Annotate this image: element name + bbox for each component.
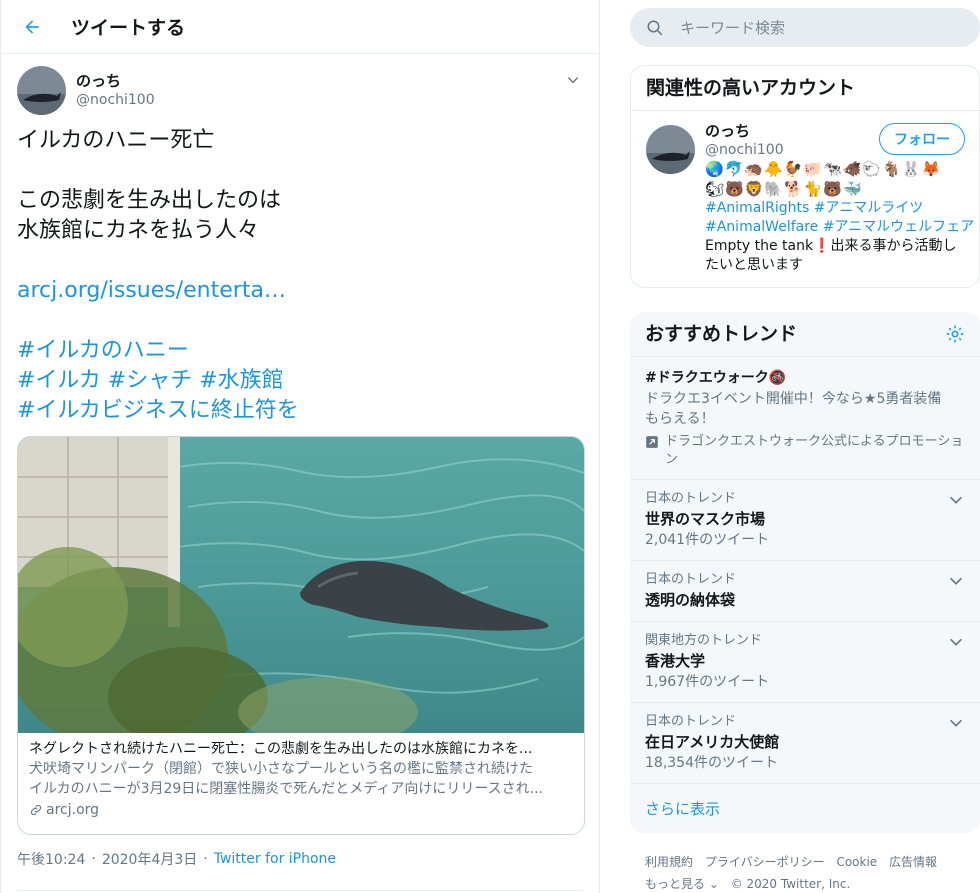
sidebar: 関連性の高いアカウント のっち @nochi100 🌏🐬🦔🐥🐓🐖🐄🐗🐑🐐🐰🦊 🐿… — [630, 0, 980, 893]
footer-link[interactable]: Cookie — [836, 855, 877, 869]
trend-name[interactable]: 世界のマスク市場 — [645, 508, 965, 530]
trend-name[interactable]: #ドラクエウォーク🚳 — [645, 367, 965, 389]
footer-link[interactable]: 広告情報 — [889, 855, 937, 869]
footer: 利用規約 プライバシーポリシー Cookie 広告情報 もっと見る ⌄ © 20… — [630, 851, 980, 893]
tweet-line: この悲劇を生み出したのは — [17, 188, 282, 213]
footer-link[interactable]: 利用規約 — [645, 855, 693, 869]
footer-link[interactable]: プライバシーポリシー — [705, 855, 825, 869]
link-icon — [29, 803, 43, 817]
chevron-down-icon[interactable] — [948, 715, 964, 731]
card-text[interactable]: ネグレクトされ続けたハニー死亡：この悲劇を生み出したのは水族館にカネを... 犬… — [18, 733, 584, 821]
bio-text: たいと思います — [705, 257, 803, 273]
trend-context: 日本のトレンド — [645, 572, 737, 587]
trend-description: ドラクエ3イベント開催中！今なら★5勇者装備 — [645, 391, 942, 407]
divider — [17, 890, 583, 891]
related-accounts-title: 関連性の高いアカウント — [631, 66, 979, 111]
account-item[interactable]: のっち @nochi100 🌏🐬🦔🐥🐓🐖🐄🐗🐑🐐🐰🦊 🐿🐻🦁🐘🐕🐈🐻🐳 #Ani… — [631, 111, 979, 287]
trend-description: もらえる！ — [645, 411, 715, 427]
tweet-time[interactable]: 午後10:24 — [17, 849, 85, 869]
avatar[interactable] — [17, 65, 66, 115]
tweet-line: イルカのハニー死亡 — [17, 128, 215, 153]
promoted-icon — [645, 435, 661, 451]
chevron-down-icon[interactable] — [948, 573, 964, 589]
promoted-text: ドラゴンクエストウォーク公式によるプロモーショ — [665, 434, 964, 449]
chevron-down-icon[interactable] — [948, 634, 964, 650]
hashtag-link[interactable]: #アニマルライツ — [814, 200, 923, 216]
promoted-label: ドラゴンクエストウォーク公式によるプロモーショ ン — [645, 433, 965, 469]
page-header: ツイートする — [1, 0, 599, 54]
trends-title: おすすめトレンド — [645, 323, 798, 345]
copyright: © 2020 Twitter, Inc. — [730, 877, 851, 891]
tweet-line: 水族館にカネを払う人々 — [17, 218, 260, 243]
footer-more-link[interactable]: もっと見る ⌄ — [645, 877, 719, 891]
gear-icon[interactable] — [945, 324, 965, 344]
tweet: のっち @nochi100 イルカのハニー死亡 この悲劇を生み出したのは 水族館… — [1, 54, 599, 869]
back-arrow-icon[interactable] — [21, 16, 43, 38]
trend-item[interactable]: 日本のトレンド 世界のマスク市場 2,041件のツイート — [630, 480, 980, 561]
tweet-url-link[interactable]: arcj.org/issues/enterta… — [17, 276, 583, 306]
follow-button[interactable]: フォロー — [879, 123, 965, 155]
trend-count: 2,041件のツイート — [645, 532, 770, 548]
user-handle[interactable]: @nochi100 — [76, 91, 155, 109]
trend-item[interactable]: 関東地方のトレンド 香港大学 1,967件のツイート — [630, 622, 980, 703]
account-bio: #AnimalRights #アニマルライツ #AnimalWelfare #ア… — [705, 199, 974, 275]
chevron-down-icon[interactable] — [948, 492, 964, 508]
card-desc-line: イルカのハニーが3月29日に閉塞性腸炎で死んだとメディア向けにリリースされ... — [29, 781, 543, 797]
trend-item[interactable]: 日本のトレンド 透明の納体袋 — [630, 561, 980, 622]
trend-item-promoted[interactable]: #ドラクエウォーク🚳 ドラクエ3イベント開催中！今なら★5勇者装備 もらえる！ … — [630, 357, 980, 480]
hashtag-link[interactable]: #AnimalWelfare — [705, 219, 818, 235]
bio-text: Empty the tank❗出来る事から活動し — [705, 238, 957, 254]
show-more-link[interactable]: さらに表示 — [630, 784, 980, 833]
tweet-header: のっち @nochi100 — [17, 64, 583, 116]
hashtag-link[interactable]: #イルカのハニー — [17, 336, 583, 366]
search-icon — [646, 18, 666, 38]
hashtag-link[interactable]: #イルカ #シャチ #水族館 — [17, 366, 583, 396]
trend-context: 関東地方のトレンド — [645, 633, 763, 648]
page-title: ツイートする — [71, 17, 186, 39]
chevron-down-icon[interactable] — [563, 70, 583, 90]
tweet-text: イルカのハニー死亡 この悲劇を生み出したのは 水族館にカネを払う人々 arcj.… — [17, 126, 583, 426]
avatar[interactable] — [646, 125, 695, 174]
related-accounts-panel: 関連性の高いアカウント のっち @nochi100 🌏🐬🦔🐥🐓🐖🐄🐗🐑🐐🐰🦊 🐿… — [630, 65, 980, 288]
card-title[interactable]: ネグレクトされ続けたハニー死亡：この悲劇を生み出したのは水族館にカネを... — [29, 739, 573, 759]
trend-name[interactable]: 透明の納体袋 — [645, 589, 965, 611]
main-column: ツイートする のっち @nochi100 イルカのハニー死亡 この悲劇を生み出し… — [0, 0, 600, 893]
user-name[interactable]: のっち — [76, 71, 155, 91]
trend-context: 日本のトレンド — [645, 714, 737, 729]
card-image[interactable] — [18, 437, 584, 733]
search-bar[interactable] — [630, 8, 980, 47]
hashtag-link[interactable]: #イルカビジネスに終止符を — [17, 396, 583, 426]
promoted-text: ン — [665, 452, 679, 467]
tweet-metadata: 午後10:24 · 2020年4月3日 · Twitter for iPhone — [17, 849, 583, 869]
trend-context: 日本のトレンド — [645, 491, 737, 506]
card-desc-line: 犬吠埼マリンパーク（閉館）で狭い小さなプールという名の檻に監禁され続けた — [29, 761, 533, 777]
bio-emoji-line: 🌏🐬🦔🐥🐓🐖🐄🐗🐑🐐🐰🦊 — [705, 160, 942, 178]
trend-count: 1,967件のツイート — [645, 674, 770, 690]
hashtag-link[interactable]: #AnimalRights — [705, 200, 809, 216]
tweet-date[interactable]: 2020年4月3日 — [102, 849, 197, 869]
card-domain-text: arcj.org — [46, 802, 100, 818]
link-card[interactable]: ネグレクトされ続けたハニー死亡：この悲劇を生み出したのは水族館にカネを... 犬… — [17, 436, 585, 835]
tweet-user[interactable]: のっち @nochi100 — [76, 71, 155, 109]
card-description: 犬吠埼マリンパーク（閉館）で狭い小さなプールという名の檻に監禁され続けた イルカ… — [29, 759, 573, 799]
trend-count: 18,354件のツイート — [645, 755, 778, 771]
separator-dot: · — [91, 851, 96, 867]
trend-name[interactable]: 香港大学 — [645, 650, 965, 672]
search-input[interactable] — [680, 18, 940, 37]
trends-panel: おすすめトレンド #ドラクエウォーク🚳 ドラクエ3イベント開催中！今なら★5勇者… — [630, 312, 980, 833]
hashtag-link[interactable]: #アニマルウェルフェア — [823, 219, 974, 235]
trends-header: おすすめトレンド — [630, 312, 980, 357]
separator-dot: · — [203, 851, 208, 867]
card-domain: arcj.org — [29, 799, 573, 821]
trend-item[interactable]: 日本のトレンド 在日アメリカ大使館 18,354件のツイート — [630, 703, 980, 784]
bio-emoji-line: 🐿🐻🦁🐘🐕🐈🐻🐳 — [705, 180, 863, 198]
trend-name[interactable]: 在日アメリカ大使館 — [645, 731, 965, 753]
tweet-source-link[interactable]: Twitter for iPhone — [214, 851, 336, 867]
